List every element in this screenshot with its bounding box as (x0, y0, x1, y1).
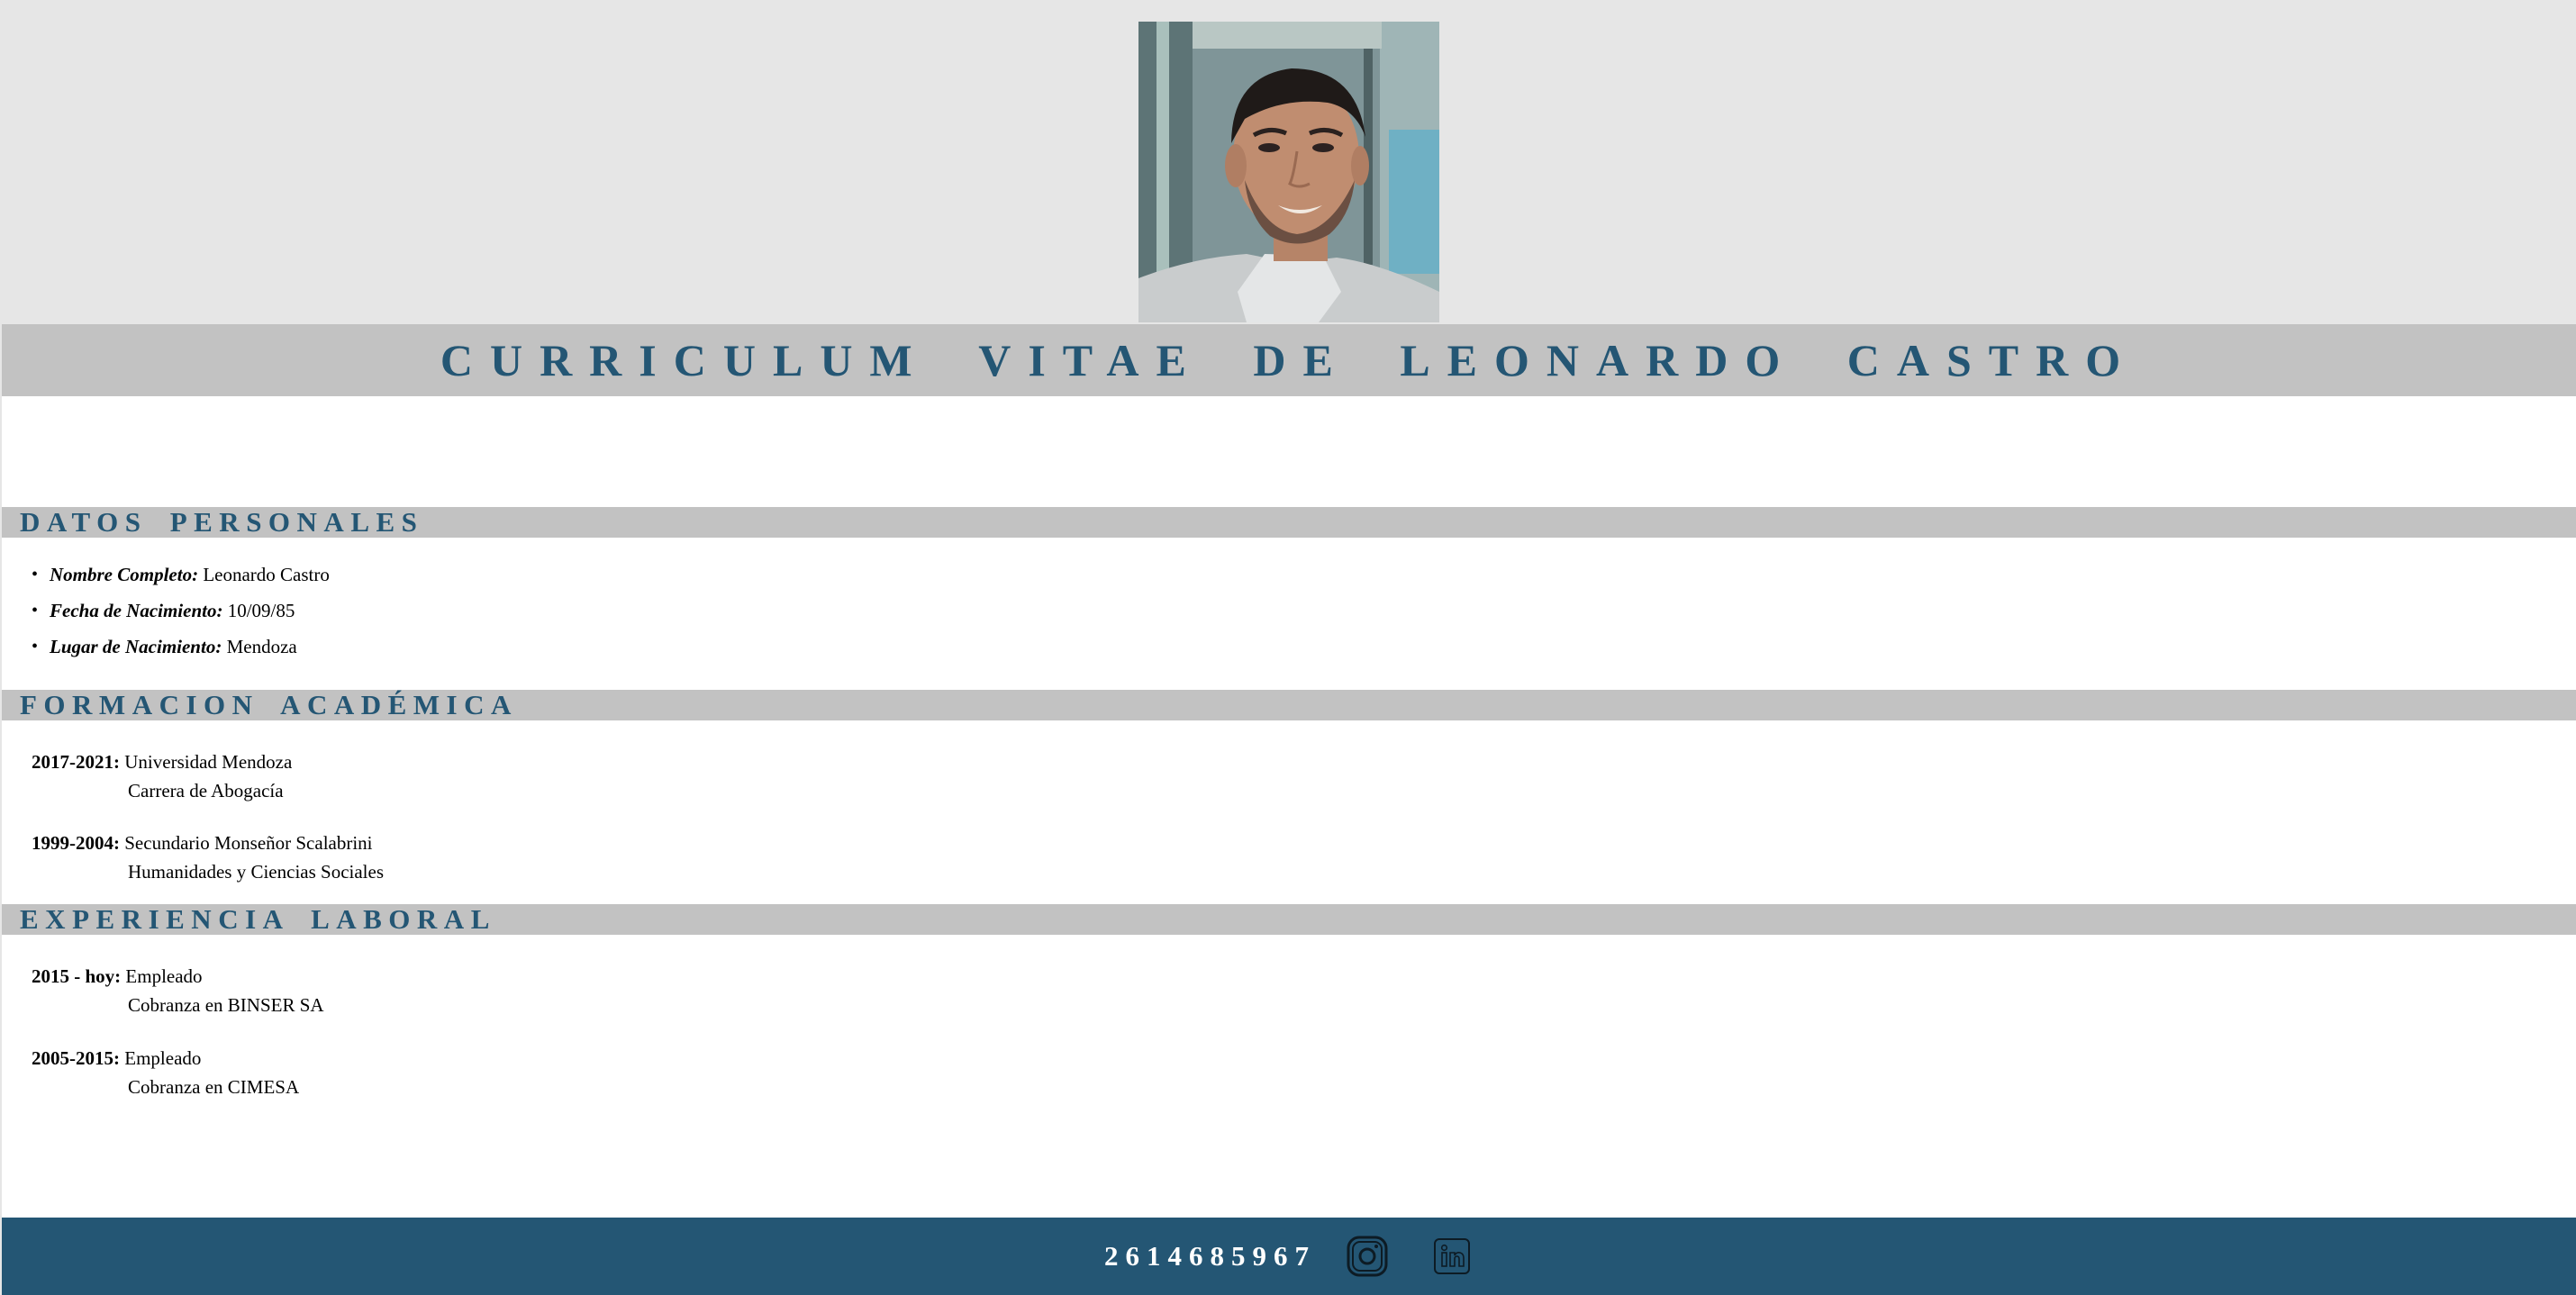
personal-data-list: • Nombre Completo: Leonardo Castro • Fec… (2, 557, 330, 665)
entry-title: Empleado (125, 965, 203, 987)
field-value: Leonardo Castro (203, 564, 330, 585)
education-entry: 2017-2021: Universidad Mendoza Carrera d… (32, 747, 292, 805)
field-label: Fecha de Nacimiento: (50, 600, 223, 621)
entry-detail: Cobranza en CIMESA (128, 1076, 300, 1098)
section-title-personal: DATOS PERSONALES (20, 506, 424, 538)
experience-entry: 2005-2015: Empleado Cobranza en CIMESA (32, 1044, 299, 1101)
section-title-experience: EXPERIENCIA LABORAL (20, 903, 496, 935)
cv-page: CURRICULUM VITAE DE LEONARDO CASTRO DATO… (0, 0, 2576, 1295)
entry-detail: Humanidades y Ciencias Sociales (128, 861, 385, 883)
list-item: • Fecha de Nacimiento: 10/09/85 (2, 593, 330, 629)
bullet-icon: • (32, 565, 39, 584)
instagram-icon[interactable] (1347, 1236, 1388, 1277)
phone-number: 2614685967 (1104, 1240, 1316, 1272)
title-band: CURRICULUM VITAE DE LEONARDO CASTRO (2, 324, 2576, 396)
entry-period: 1999-2004: (32, 832, 120, 854)
section-title-education: FORMACION ACADÉMICA (20, 689, 518, 720)
list-item: • Lugar de Nacimiento: Mendoza (2, 629, 330, 665)
list-item: • Nombre Completo: Leonardo Castro (2, 557, 330, 593)
bullet-icon: • (32, 637, 39, 657)
section-header-education: FORMACION ACADÉMICA (2, 690, 2576, 720)
page-title: CURRICULUM VITAE DE LEONARDO CASTRO (440, 335, 2138, 385)
entry-title: Secundario Monseñor Scalabrini (124, 832, 373, 854)
entry-period: 2005-2015: (32, 1047, 120, 1069)
entry-period: 2017-2021: (32, 751, 120, 773)
field-label: Nombre Completo: (50, 564, 199, 585)
education-entry: 1999-2004: Secundario Monseñor Scalabrin… (32, 829, 384, 886)
entry-period: 2015 - hoy: (32, 965, 122, 987)
entry-title: Empleado (124, 1047, 202, 1069)
field-label: Lugar de Nacimiento: (50, 636, 222, 657)
entry-detail: Cobranza en BINSER SA (128, 994, 324, 1016)
field-value: 10/09/85 (227, 600, 295, 621)
profile-photo (1138, 22, 1439, 322)
linkedin-icon[interactable] (1433, 1237, 1471, 1275)
section-header-experience: EXPERIENCIA LABORAL (2, 904, 2576, 935)
section-header-personal: DATOS PERSONALES (2, 507, 2576, 538)
footer: 2614685967 (2, 1218, 2576, 1295)
header-photo-band (2, 2, 2576, 324)
experience-entry: 2015 - hoy: Empleado Cobranza en BINSER … (32, 962, 324, 1019)
bullet-icon: • (32, 601, 39, 620)
entry-title: Universidad Mendoza (124, 751, 293, 773)
entry-detail: Carrera de Abogacía (128, 780, 284, 801)
field-value: Mendoza (226, 636, 297, 657)
